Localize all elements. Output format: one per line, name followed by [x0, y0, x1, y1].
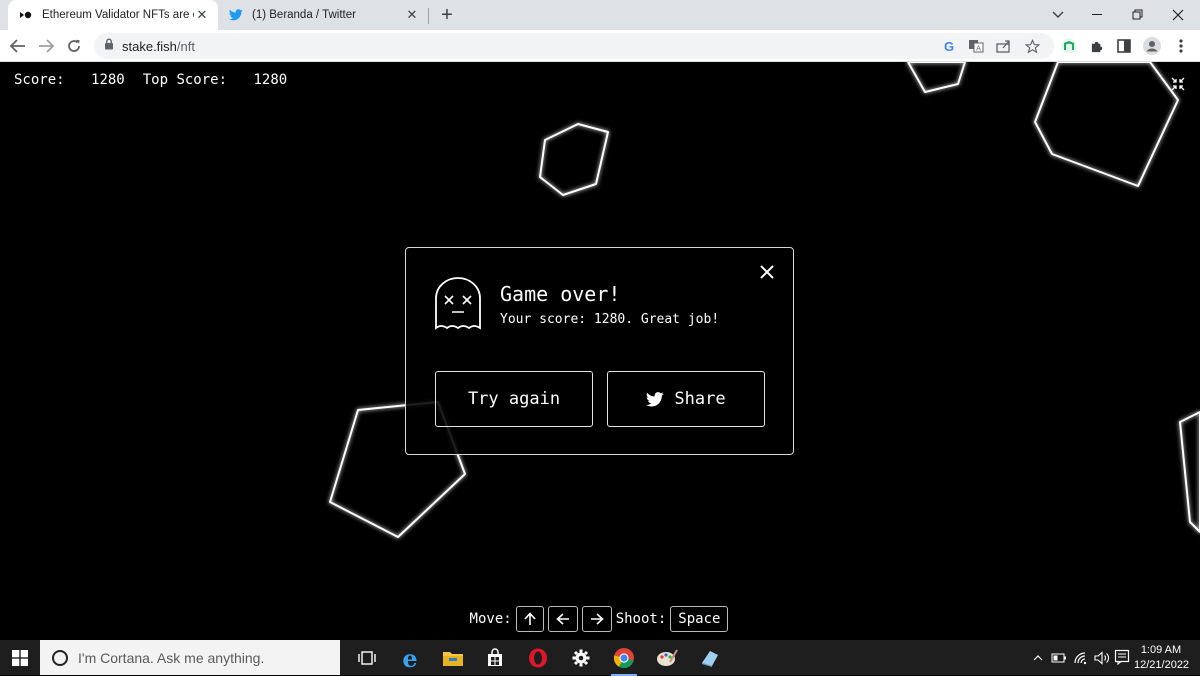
browser-toolbar: stake.fish/nft G A — [0, 30, 1200, 62]
volume-icon[interactable] — [1093, 640, 1111, 675]
top-score-label: Top Score: — [142, 72, 228, 88]
battery-icon[interactable] — [1050, 640, 1068, 675]
game-over-subtitle: Your score: 1280. Great job! — [500, 312, 720, 327]
score-value: 1280 — [91, 72, 125, 88]
url-text: stake.fish/nft — [122, 38, 195, 54]
windows-taskbar: I'm Cortana. Ask me anything. e 1:09 AM … — [0, 640, 1200, 676]
bookmark-star-icon[interactable] — [1023, 37, 1041, 55]
right-arrow-key-icon — [581, 606, 612, 632]
clock-date: 12/21/2022 — [1134, 659, 1190, 671]
up-arrow-key-icon — [515, 606, 544, 632]
address-bar[interactable]: stake.fish/nft — [94, 33, 1054, 59]
twitter-icon — [646, 391, 665, 406]
dead-ghost-icon — [434, 276, 482, 332]
exit-fullscreen-icon[interactable] — [1170, 76, 1186, 92]
controls-hint: Move: Shoot: Space — [0, 605, 1200, 633]
game-over-title: Game over! — [500, 282, 621, 306]
cortana-circle-icon — [52, 649, 68, 666]
search-placeholder: I'm Cortana. Ask me anything. — [78, 649, 265, 666]
show-hidden-icons-chevron-icon[interactable] — [1030, 640, 1046, 675]
system-clock[interactable]: 1:09 AM 12/21/2022 — [1134, 643, 1190, 673]
game-over-dialog: Game over! Your score: 1280. Great job! … — [405, 247, 794, 455]
share-label: Share — [674, 389, 726, 409]
forward-arrow-icon[interactable] — [34, 34, 58, 58]
tab-separator — [428, 8, 429, 24]
asteroid — [539, 123, 609, 196]
app-window-icon[interactable] — [695, 643, 725, 673]
game-canvas[interactable]: Score: 1280 Top Score: 1280 Game over! Yo… — [0, 62, 1200, 640]
cortana-search-box[interactable]: I'm Cortana. Ask me anything. — [40, 640, 340, 675]
close-tab-icon[interactable]: ✕ — [404, 7, 420, 23]
extension-green-icon[interactable] — [1060, 37, 1078, 55]
lock-icon[interactable] — [104, 37, 114, 55]
chrome-browser-icon[interactable] — [609, 643, 639, 676]
google-icon[interactable]: G — [940, 37, 958, 55]
top-score-value: 1280 — [253, 72, 288, 88]
notification-icon[interactable] — [1114, 649, 1130, 666]
svg-text:A: A — [976, 45, 981, 53]
extensions-puzzle-icon[interactable] — [1088, 37, 1106, 55]
tab-search-chevron-icon[interactable] — [1038, 0, 1078, 30]
back-arrow-icon[interactable] — [6, 34, 30, 58]
paint-palette-icon[interactable] — [652, 643, 682, 673]
asteroid — [1034, 62, 1179, 187]
new-tab-plus-icon[interactable]: + — [436, 4, 458, 26]
browser-tab-strip: Ethereum Validator NFTs are com ✕ (1) Be… — [0, 0, 1200, 30]
share-button[interactable]: Share — [607, 371, 765, 427]
stakefish-logo-icon — [18, 7, 34, 23]
edge-browser-icon[interactable]: e — [395, 643, 425, 673]
translate-icon[interactable]: A — [967, 37, 985, 55]
tab-twitter[interactable]: (1) Beranda / Twitter ✕ — [220, 0, 428, 30]
try-again-button[interactable]: Try again — [435, 371, 593, 427]
share-page-icon[interactable] — [995, 37, 1013, 55]
tab-title: Ethereum Validator NFTs are com — [42, 9, 194, 21]
twitter-icon — [228, 7, 244, 23]
shoot-label: Shoot: — [615, 611, 667, 627]
move-label: Move: — [469, 611, 512, 627]
clock-time: 1:09 AM — [1140, 644, 1182, 656]
opera-browser-icon[interactable] — [523, 643, 553, 673]
reload-icon[interactable] — [62, 34, 86, 58]
asteroid — [1179, 411, 1200, 533]
microsoft-store-icon[interactable] — [480, 643, 510, 673]
space-key: Space — [670, 606, 729, 632]
minimize-icon[interactable] — [1078, 0, 1118, 30]
left-arrow-key-icon — [547, 606, 578, 632]
tab-stakefish[interactable]: Ethereum Validator NFTs are com ✕ — [8, 0, 218, 30]
profile-avatar-icon[interactable] — [1143, 37, 1161, 55]
close-icon[interactable] — [759, 264, 775, 280]
score-hud: Score: 1280 Top Score: 1280 — [14, 72, 305, 88]
task-view-icon[interactable] — [352, 643, 382, 673]
close-window-icon[interactable] — [1158, 0, 1198, 30]
restore-icon[interactable] — [1118, 0, 1158, 30]
close-tab-icon[interactable]: ✕ — [194, 7, 210, 23]
chrome-menu-kebab-icon[interactable] — [1172, 37, 1190, 55]
score-label: Score: — [14, 72, 65, 88]
side-panel-icon[interactable] — [1115, 37, 1133, 55]
windows-start-icon[interactable] — [0, 640, 40, 675]
tab-title: (1) Beranda / Twitter — [252, 9, 356, 21]
settings-gear-icon[interactable] — [566, 643, 596, 673]
file-explorer-icon[interactable] — [438, 643, 468, 673]
asteroid — [907, 62, 966, 93]
wifi-icon[interactable] — [1072, 640, 1090, 675]
